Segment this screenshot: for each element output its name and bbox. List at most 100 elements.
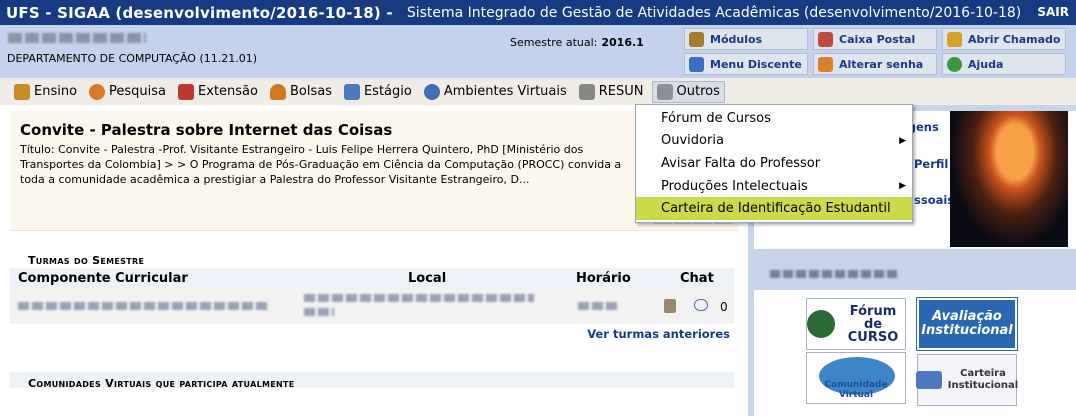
flask-icon: [89, 83, 106, 100]
chat-bubble-icon[interactable]: [694, 299, 708, 311]
profile-link[interactable]: Perfil: [914, 157, 948, 171]
submenu-arrow-icon: ▶: [899, 181, 906, 192]
change-password-button[interactable]: Alterar senha: [813, 53, 937, 75]
dropdown-item-label: Ouvidoria: [661, 133, 724, 149]
change-password-label: Alterar senha: [839, 57, 924, 71]
menu-ambientes-virtuais-label: Ambientes Virtuais: [443, 84, 567, 99]
location-redacted-line2: [304, 308, 334, 316]
help-button[interactable]: Ajuda: [942, 53, 1066, 75]
user-name-redacted: [8, 33, 146, 43]
menu-resun[interactable]: RESUN: [578, 81, 644, 103]
forum-de-curso-badge[interactable]: Fórum de CURSO: [806, 298, 906, 350]
menu-icon: [689, 56, 704, 72]
location-redacted: [304, 294, 534, 302]
modules-label: Módulos: [710, 32, 763, 46]
dropdown-item-label: Avisar Falta do Professor: [661, 155, 821, 171]
printer-icon: [656, 83, 673, 100]
help-label: Ajuda: [968, 57, 1004, 71]
forum-people-icon: [807, 310, 835, 338]
chat-count: 0: [720, 300, 728, 314]
open-ticket-button[interactable]: Abrir Chamado: [942, 28, 1066, 50]
student-menu-button[interactable]: Menu Discente: [684, 53, 808, 75]
menu-pesquisa-label: Pesquisa: [109, 84, 167, 99]
comunidade-label: Comunidade Virtual: [824, 380, 888, 400]
menu-ensino[interactable]: Ensino: [14, 81, 77, 103]
carteira-institucional-badge[interactable]: Carteira Institucional: [915, 354, 1019, 406]
mailbox-label: Caixa Postal: [839, 32, 916, 46]
menu-extensao[interactable]: Extensão: [178, 81, 258, 103]
main-menu-bar: Ensino Pesquisa Extensão Bolsas Estágio …: [0, 78, 1076, 105]
help-icon: [947, 56, 962, 72]
chat-icon[interactable]: [664, 299, 676, 313]
shortcut-panel: Módulos Caixa Postal Abrir Chamado Menu …: [684, 28, 1074, 75]
news-panel: Convite - Palestra sobre Internet das Co…: [10, 111, 738, 231]
submenu-arrow-icon: ▶: [899, 135, 906, 146]
menu-extensao-label: Extensão: [198, 84, 258, 99]
menu-estagio[interactable]: Estágio: [343, 81, 412, 103]
carteira-label: Carteira Institucional: [947, 368, 1019, 391]
current-semester: Semestre atual: 2016.1: [510, 36, 644, 49]
menu-bolsas-label: Bolsas: [289, 84, 332, 99]
personal-data-link[interactable]: ssoais: [914, 193, 954, 207]
menu-resun-label: RESUN: [598, 84, 644, 99]
col-horario: Horário: [576, 271, 631, 286]
table-header: Componente Curricular Local Horário Chat: [10, 268, 734, 288]
menu-estagio-label: Estágio: [363, 84, 412, 99]
semester-label: Semestre atual:: [510, 36, 598, 49]
document-icon: [578, 83, 595, 100]
profile-photo: [950, 111, 1068, 247]
quick-access-box: [754, 290, 1076, 416]
course-name-redacted[interactable]: [18, 302, 268, 310]
communities-section-title: Comunidades Virtuais que participa atual…: [28, 377, 295, 390]
dropdown-item-avisar-falta[interactable]: Avisar Falta do Professor: [636, 152, 912, 175]
menu-outros-label: Outros: [676, 84, 720, 99]
books-icon: [14, 83, 30, 100]
col-chat: Chat: [680, 271, 714, 286]
dropdown-item-label: Carteira de Identificação Estudantil: [661, 201, 891, 217]
news-title[interactable]: Convite - Palestra sobre Internet das Co…: [20, 121, 392, 139]
comunidade-virtual-badge[interactable]: Comunidade Virtual: [806, 352, 906, 404]
id-card-icon: [915, 371, 942, 389]
col-local: Local: [408, 271, 447, 286]
dropdown-item-carteira[interactable]: Carteira de Identificação Estudantil: [636, 197, 912, 220]
logout-link[interactable]: SAIR: [1037, 5, 1069, 19]
person-icon: [269, 83, 286, 100]
system-full-name: Sistema Integrado de Gestão de Atividade…: [406, 4, 1022, 21]
semester-value: 2016.1: [601, 36, 644, 49]
outros-dropdown-menu: Fórum de Cursos Ouvidoria ▶ Avisar Falta …: [635, 104, 913, 223]
turmas-table: Componente Curricular Local Horário Chat…: [10, 268, 734, 341]
dropdown-item-label: Produções Intelectuais: [661, 178, 808, 194]
menu-bolsas[interactable]: Bolsas: [269, 81, 332, 103]
user-key-icon: [818, 56, 833, 72]
mailbox-icon: [818, 31, 833, 47]
modules-button[interactable]: Módulos: [684, 28, 808, 50]
department: DEPARTAMENTO DE COMPUTAÇÃO (11.21.01): [7, 52, 258, 65]
forum-label: Fórum de CURSO: [847, 303, 899, 345]
avaliacao-label: Avaliação Institucional: [921, 309, 1013, 338]
previous-classes-link[interactable]: Ver turmas anteriores: [587, 327, 730, 341]
schedule-redacted: [578, 302, 618, 310]
id-card-icon: [343, 83, 360, 100]
dropdown-item-forum-cursos[interactable]: Fórum de Cursos: [636, 107, 912, 130]
menu-pesquisa[interactable]: Pesquisa: [89, 81, 166, 103]
turmas-section-title: Turmas do Semestre: [28, 254, 145, 267]
col-componente: Componente Curricular: [18, 271, 188, 286]
avaliacao-institucional-badge[interactable]: Avaliação Institucional: [917, 298, 1017, 350]
open-ticket-label: Abrir Chamado: [968, 32, 1061, 46]
dropdown-item-producoes[interactable]: Produções Intelectuais ▶: [636, 175, 912, 198]
right-section-title-redacted: [770, 270, 898, 278]
top-bar: UFS - SIGAA (desenvolvimento/2016-10-18)…: [0, 0, 1076, 25]
globe-icon: [423, 83, 440, 100]
dropdown-item-ouvidoria[interactable]: Ouvidoria ▶: [636, 130, 912, 153]
menu-outros[interactable]: Outros: [651, 80, 725, 103]
hands-heart-icon: [178, 83, 195, 100]
menu-ambientes-virtuais[interactable]: Ambientes Virtuais: [423, 81, 567, 103]
dropdown-item-label: Fórum de Cursos: [661, 110, 771, 126]
user-info-band: DEPARTAMENTO DE COMPUTAÇÃO (11.21.01) Se…: [0, 25, 1076, 78]
system-name: UFS - SIGAA (desenvolvimento/2016-10-18)…: [6, 3, 393, 22]
mailbox-button[interactable]: Caixa Postal: [813, 28, 937, 50]
menu-ensino-label: Ensino: [34, 84, 78, 99]
wrench-icon: [947, 31, 962, 47]
modules-icon: [689, 31, 704, 47]
table-row: 0: [10, 288, 734, 324]
